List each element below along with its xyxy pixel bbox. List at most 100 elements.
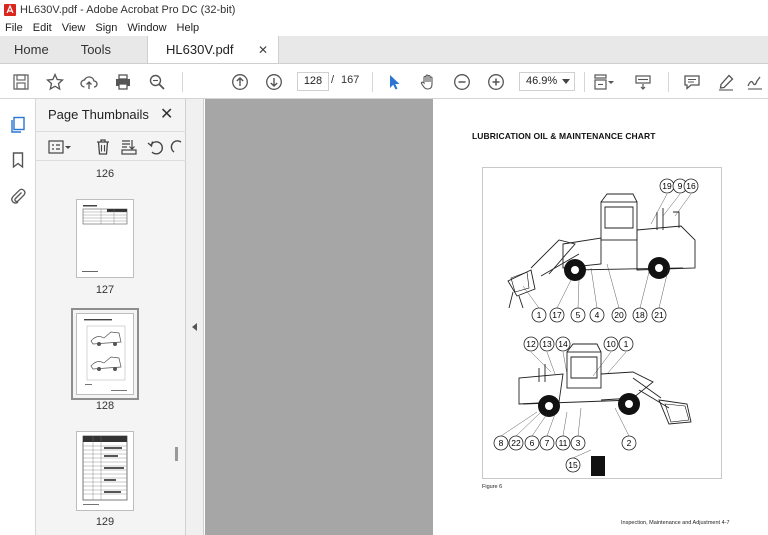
callout-label: 19 (662, 181, 672, 191)
thumbnail-page-129[interactable] (76, 431, 134, 511)
zoom-search-icon[interactable] (146, 71, 168, 93)
thumbnail-page-127[interactable] (76, 199, 134, 278)
callout-label: 8 (499, 438, 504, 448)
tab-tools[interactable]: Tools (73, 36, 119, 63)
callout-label: 2 (627, 438, 632, 448)
menu-file[interactable]: File (0, 22, 28, 34)
callout-label: 11 (559, 438, 568, 448)
main-toolbar: 128 / 167 46.9% (0, 64, 768, 99)
print-icon[interactable] (112, 71, 134, 93)
callout-label: 3 (576, 438, 581, 448)
page-heading: LUBRICATION OIL & MAINTENANCE CHART (472, 131, 656, 141)
page-separator: / (331, 74, 335, 86)
zoom-level-value: 46.9% (526, 75, 558, 87)
rotate-left-icon[interactable] (146, 138, 164, 156)
menu-view[interactable]: View (57, 22, 91, 34)
menu-bar: File Edit View Sign Window Help (0, 19, 768, 36)
page-number-input[interactable]: 128 (297, 72, 329, 91)
figure-caption: Figure 6 (482, 484, 503, 490)
toolbar-separator (584, 72, 585, 92)
page-footer: Inspection, Maintenance and Adjustment 4… (621, 520, 730, 526)
thumbnails-scrollbar[interactable] (173, 169, 181, 535)
bookmark-star-icon[interactable] (44, 71, 66, 93)
callout-label: 15 (568, 460, 578, 470)
delete-page-icon[interactable] (94, 138, 112, 156)
extract-page-icon[interactable] (120, 138, 138, 156)
save-icon[interactable] (10, 71, 32, 93)
zoom-level-select[interactable]: 46.9% (519, 72, 575, 91)
page-down-icon[interactable] (263, 71, 285, 93)
panel-collapse-handle[interactable] (186, 99, 204, 535)
menu-window[interactable]: Window (122, 22, 171, 34)
callout-label: 16 (686, 181, 696, 191)
navigation-rail (0, 99, 36, 535)
page-total: 167 (341, 74, 360, 86)
tab-bar: Home Tools HL630V.pdf ✕ (0, 36, 768, 64)
callout-label: 17 (552, 310, 562, 320)
thumbnail-page-127-preview (82, 205, 128, 272)
figure-frame: 19 9 16 1 17 5 4 20 18 21 12 13 14 10 1 … (482, 167, 722, 479)
toolbar-separator (372, 72, 373, 92)
thumbnails-panel-title: Page Thumbnails (48, 107, 149, 122)
scroll-mode-icon[interactable] (632, 71, 654, 93)
page-fit-dropdown-icon[interactable] (606, 71, 616, 93)
bookmarks-icon[interactable] (9, 151, 27, 169)
tab-home[interactable]: Home (6, 36, 57, 63)
hand-icon[interactable] (417, 71, 439, 93)
callout-label: 20 (614, 310, 624, 320)
window-title: HL630V.pdf - Adobe Acrobat Pro DC (32-bi… (20, 3, 236, 16)
thumbnails-scrollbar-thumb[interactable] (175, 447, 178, 461)
thumbnail-page-128-preview (84, 319, 127, 391)
zoom-in-icon[interactable] (485, 71, 507, 93)
attachments-icon[interactable] (9, 187, 27, 205)
thumbnail-options-icon[interactable] (48, 138, 72, 156)
callout-label: 9 (678, 181, 683, 191)
thumbnail-label-126: 126 (95, 168, 115, 180)
rotate-right-icon[interactable] (170, 138, 182, 156)
toolbar-separator (182, 72, 183, 92)
callout-label: 10 (606, 339, 616, 349)
thumbnail-label-129: 129 (95, 516, 115, 528)
upload-cloud-icon[interactable] (78, 71, 100, 93)
callout-label: 21 (654, 310, 664, 320)
highlight-pen-icon[interactable] (715, 71, 737, 93)
thumbnail-page-129-preview (82, 435, 128, 505)
sign-icon[interactable] (744, 71, 766, 93)
callout-label: 12 (526, 339, 536, 349)
toolbar-separator (668, 72, 669, 92)
zoom-out-icon[interactable] (451, 71, 473, 93)
callout-label: 4 (595, 310, 600, 320)
tab-close-icon[interactable]: ✕ (258, 43, 268, 57)
page-up-icon[interactable] (229, 71, 251, 93)
thumbnail-label-127: 127 (95, 284, 115, 296)
thumbnail-label-128: 128 (95, 400, 115, 412)
menu-edit[interactable]: Edit (28, 22, 57, 34)
comment-icon[interactable] (681, 71, 703, 93)
chevron-down-icon (562, 79, 570, 84)
callout-label: 22 (511, 438, 521, 448)
menu-sign[interactable]: Sign (90, 22, 122, 34)
tab-document-label: HL630V.pdf (166, 42, 234, 57)
select-arrow-icon[interactable] (383, 71, 405, 93)
callout-label: 14 (558, 339, 568, 349)
thumbnail-page-128[interactable] (76, 313, 134, 395)
thumbnails-toolbar (36, 131, 186, 161)
thumbnails-panel: Page Thumbnails ✕ 126 127 128 129 (36, 99, 186, 535)
window-titlebar: HL630V.pdf - Adobe Acrobat Pro DC (32-bi… (0, 0, 768, 19)
tab-document[interactable]: HL630V.pdf ✕ (147, 36, 280, 63)
page-thumbnails-icon[interactable] (9, 116, 27, 134)
callout-label: 6 (530, 438, 535, 448)
callout-label: 5 (576, 310, 581, 320)
callout-label: 7 (545, 438, 550, 448)
callout-label: 1 (537, 310, 542, 320)
menu-help[interactable]: Help (172, 22, 205, 34)
pdf-page: LUBRICATION OIL & MAINTENANCE CHART 19 9… (433, 99, 768, 535)
callout-label: 1 (624, 339, 629, 349)
wheel-loader-lubrication-figure: 19 9 16 1 17 5 4 20 18 21 12 13 14 10 1 … (493, 178, 699, 476)
callout-label: 18 (635, 310, 645, 320)
document-canvas[interactable]: LUBRICATION OIL & MAINTENANCE CHART 19 9… (205, 99, 768, 535)
chevron-left-icon (192, 323, 197, 331)
acrobat-app-icon (4, 3, 16, 16)
panel-close-icon[interactable]: ✕ (160, 104, 173, 124)
callout-label: 13 (542, 339, 552, 349)
